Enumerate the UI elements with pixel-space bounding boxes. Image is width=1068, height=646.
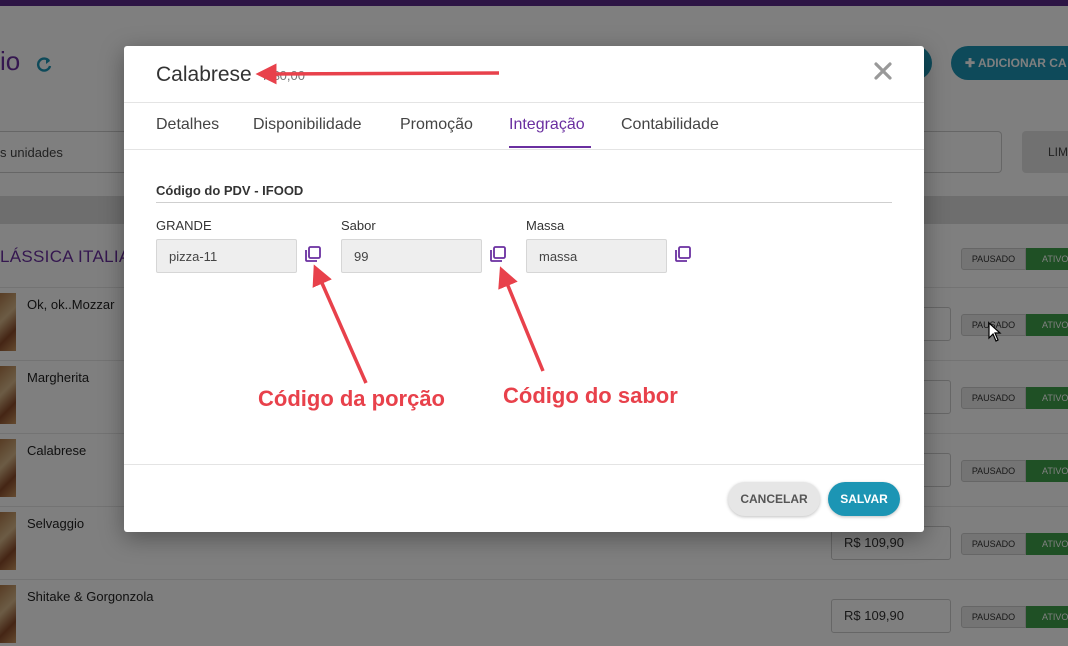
tab-integracao[interactable]: Integração [509,116,585,134]
footer-divider [124,464,924,465]
flavor-code-input[interactable] [341,239,482,273]
tab-contabilidade[interactable]: Contabilidade [621,116,719,134]
field-label-massa: Massa [526,218,565,233]
section-title: Código do PDV - IFOOD [156,183,304,198]
annotation-portion-code: Código da porção [258,386,445,411]
modal-title-price: R$0,00 [263,68,305,83]
annotation-flavor-code: Código do sabor [503,383,678,408]
save-button[interactable]: SALVAR [828,482,900,516]
field-label-sabor: Sabor [341,218,376,233]
dough-code-input[interactable] [526,239,667,273]
modal-title: Calabrese [156,63,252,86]
tab-promocao[interactable]: Promoção [400,116,473,134]
close-icon[interactable] [872,60,894,82]
active-tab-indicator [509,146,591,148]
copy-icon[interactable] [673,244,693,264]
copy-icon[interactable] [303,244,323,264]
tab-disponibilidade[interactable]: Disponibilidade [253,116,362,134]
section-divider [156,202,892,203]
field-label-grande: GRANDE [156,218,212,233]
product-modal: Calabrese R$0,00 Detalhes Disponibilidad… [124,46,924,532]
header-divider [124,102,924,103]
tabs-divider [124,149,924,150]
copy-icon[interactable] [488,244,508,264]
tab-detalhes[interactable]: Detalhes [156,116,219,134]
portion-code-input[interactable] [156,239,297,273]
cancel-button[interactable]: CANCELAR [728,482,820,516]
mouse-cursor-icon [988,322,1002,342]
